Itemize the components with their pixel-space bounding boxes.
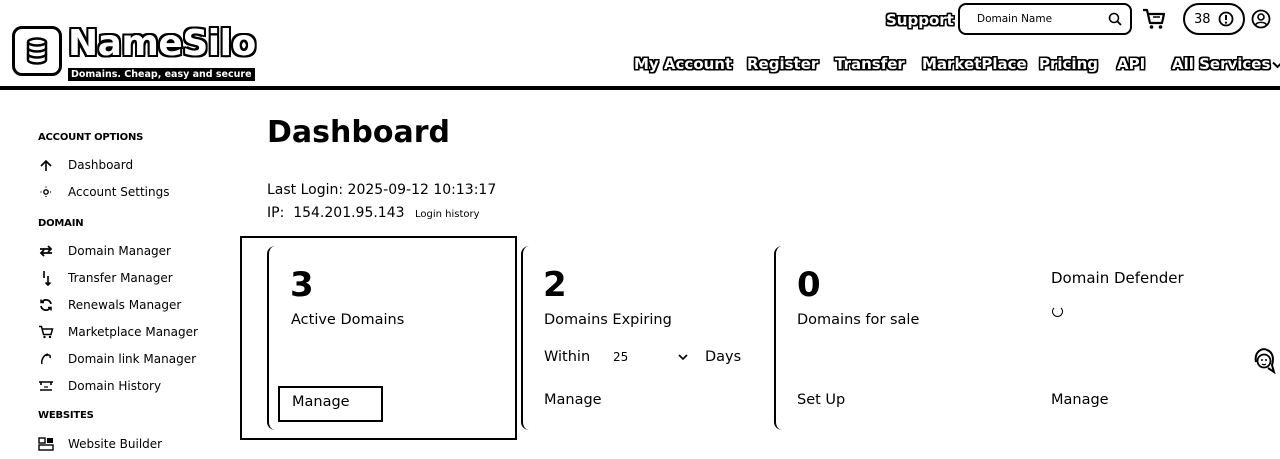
card-divider	[774, 246, 782, 430]
sidebar-item-label: Website Builder	[68, 437, 163, 451]
namesilo-logo[interactable]: NameSilo Domains. Cheap, easy and secure	[12, 23, 257, 81]
sidebar-item-label: Domain History	[68, 379, 162, 393]
days-label: Days	[705, 349, 742, 365]
expiring-domains-label: Domains Expiring	[544, 312, 672, 328]
expiring-days-select[interactable]: 25	[606, 346, 692, 368]
arrow-up-icon	[38, 157, 54, 173]
sidebar-item-account-settings[interactable]: Account Settings	[38, 183, 169, 201]
support-link[interactable]: Support	[886, 10, 954, 30]
active-domains-manage-button[interactable]: Manage	[278, 386, 383, 422]
for-sale-label: Domains for sale	[797, 312, 920, 328]
sidebar-item-label: Marketplace Manager	[68, 325, 198, 339]
nav-all-services[interactable]: All Services	[1172, 54, 1280, 74]
chevron-down-icon	[678, 353, 688, 360]
card-divider	[267, 246, 275, 430]
sidebar-item-renewals-manager[interactable]: Renewals Manager	[38, 296, 181, 314]
chevron-down-icon	[1272, 61, 1280, 68]
info-icon	[1218, 11, 1233, 27]
loading-spinner-icon	[1052, 306, 1063, 317]
sidebar-heading-account-options: ACCOUNT OPTIONS	[38, 132, 144, 143]
nav-all-services-label: All Services	[1172, 55, 1271, 73]
expiring-manage-link[interactable]: Manage	[544, 390, 602, 410]
login-history-link[interactable]: Login history	[415, 209, 480, 220]
counter-value: 38	[1194, 11, 1211, 27]
sidebar-item-label: Domain Manager	[68, 244, 171, 258]
history-icon	[38, 378, 54, 394]
sidebar-item-label: Renewals Manager	[68, 298, 182, 312]
for-sale-count: 0	[797, 265, 821, 305]
domain-defender-title: Domain Defender	[1051, 269, 1184, 287]
nav-my-account[interactable]: My Account	[634, 54, 732, 74]
gear-icon	[38, 184, 54, 200]
sidebar-item-domain-manager[interactable]: Domain Manager	[38, 242, 171, 260]
sidebar-item-domain-link-manager[interactable]: Domain link Manager	[38, 350, 196, 368]
nav-transfer[interactable]: Transfer	[835, 54, 905, 74]
page-title: Dashboard	[267, 115, 450, 150]
logo-name: NameSilo	[67, 23, 257, 64]
sidebar-item-label: Transfer Manager	[68, 271, 173, 285]
active-domains-label: Active Domains	[291, 312, 405, 328]
sidebar-item-label: Account Settings	[68, 185, 170, 199]
chat-avatar-icon[interactable]	[1252, 346, 1276, 376]
refresh-icon	[38, 297, 54, 313]
within-label: Within	[544, 349, 591, 365]
sidebar-item-label: Dashboard	[68, 158, 134, 172]
last-login: Last Login: 2025-09-12 10:13:17	[267, 182, 497, 198]
transfer-icon	[38, 270, 54, 286]
user-icon[interactable]	[1251, 9, 1271, 29]
ip-value: 154.201.95.143	[293, 205, 405, 221]
database-icon	[12, 26, 62, 76]
cart-icon[interactable]	[1142, 8, 1166, 30]
sidebar-item-dashboard[interactable]: Dashboard	[38, 156, 133, 174]
sidebar-item-transfer-manager[interactable]: Transfer Manager	[38, 269, 173, 287]
builder-icon	[38, 436, 54, 452]
sidebar-item-domain-history[interactable]: Domain History	[38, 377, 161, 395]
nav-marketplace[interactable]: MarketPlace	[922, 54, 1027, 74]
expiring-domains-count: 2	[543, 265, 567, 305]
active-domains-count: 3	[290, 265, 314, 305]
nav-pricing[interactable]: Pricing	[1039, 54, 1098, 74]
sidebar-heading-domain: DOMAIN	[38, 218, 84, 229]
for-sale-setup-link[interactable]: Set Up	[797, 390, 845, 410]
swap-icon	[38, 243, 54, 259]
sidebar-heading-websites: WEBSITES	[38, 410, 94, 421]
nav-api[interactable]: API	[1117, 54, 1145, 74]
site-header: NameSilo Domains. Cheap, easy and secure…	[0, 0, 1280, 92]
card-divider	[521, 246, 529, 430]
sidebar-item-marketplace-manager[interactable]: Marketplace Manager	[38, 323, 198, 341]
days-select-value: 25	[613, 350, 629, 364]
ip-label: IP:	[267, 205, 285, 221]
ip-address-line: IP: 154.201.95.143 Login history	[267, 204, 480, 224]
sidebar-item-website-builder[interactable]: Website Builder	[38, 435, 162, 453]
link-icon	[38, 351, 54, 367]
defender-manage-link[interactable]: Manage	[1051, 390, 1109, 410]
cart-icon	[38, 324, 54, 340]
domain-search[interactable]	[958, 3, 1132, 35]
sidebar-item-label: Domain link Manager	[68, 352, 197, 366]
notification-counter[interactable]: 38	[1183, 3, 1245, 35]
logo-tagline: Domains. Cheap, easy and secure	[68, 68, 255, 81]
search-icon[interactable]	[1108, 12, 1122, 26]
header-divider	[0, 86, 1280, 90]
nav-register[interactable]: Register	[747, 54, 818, 74]
domain-search-input[interactable]	[977, 13, 1097, 25]
